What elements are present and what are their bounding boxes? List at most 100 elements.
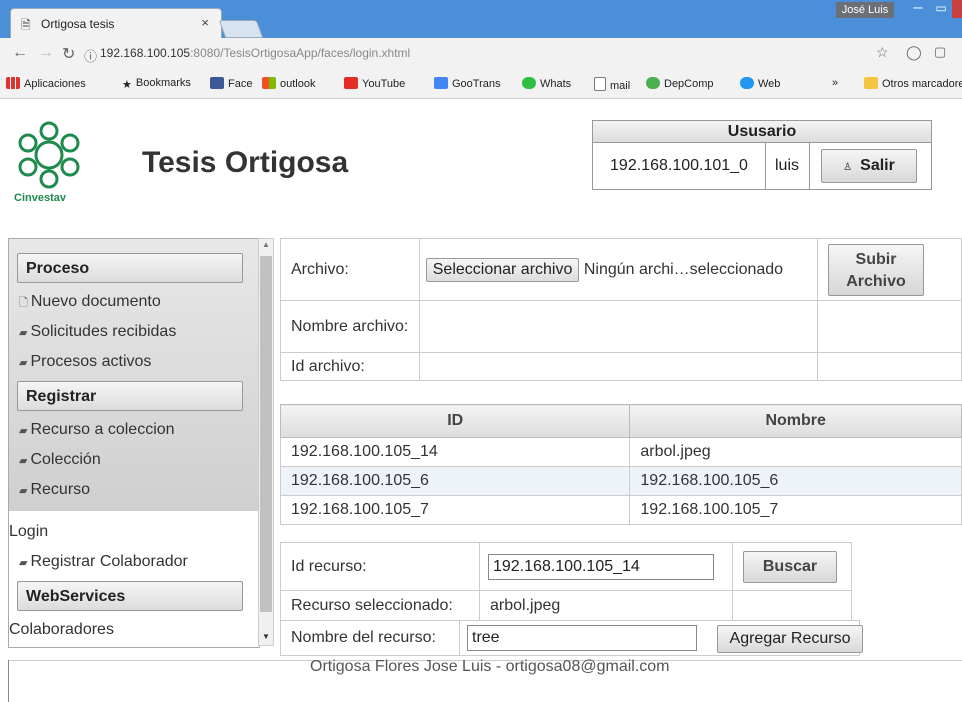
- folder-icon: ▰: [19, 327, 28, 339]
- session-id: 192.168.100.101_0: [593, 143, 766, 189]
- url-path: :8080/TesisOrtigosaApp/faces/login.xhtml: [190, 46, 411, 60]
- sidebar-menu: Proceso 🗋 Nuevo documento ▰ Solicitudes re…: [8, 238, 260, 648]
- bookmark-bookmarks[interactable]: ★ Bookmarks: [122, 77, 191, 91]
- column-header-id[interactable]: ID: [279, 404, 631, 438]
- close-tab-icon[interactable]: ×: [201, 15, 209, 30]
- id-label: Id archivo:: [280, 352, 420, 381]
- resource-name-label: Nombre del recurso:: [291, 629, 436, 646]
- resource-name-input[interactable]: [467, 625, 697, 651]
- add-resource-row: Nombre del recurso: Agregar Recurso: [280, 620, 863, 656]
- page-icon: [594, 77, 606, 91]
- cinvestav-logo-icon: [18, 121, 80, 189]
- new-tab-button[interactable]: [218, 20, 264, 38]
- browser-profile-badge[interactable]: José Luis: [836, 2, 894, 18]
- bookmark-gootrans[interactable]: GooTrans: [434, 77, 501, 90]
- sidebar-item-registrar-colaborador[interactable]: ▰ Registrar Colaborador: [19, 553, 188, 571]
- frame-border: [8, 660, 9, 702]
- reload-icon[interactable]: ↻: [62, 44, 75, 64]
- name-label: Nombre archivo:: [280, 300, 420, 353]
- outlook-icon: [262, 77, 276, 89]
- scrollbar-thumb[interactable]: [260, 256, 272, 612]
- choose-file-button[interactable]: Seleccionar archivo: [425, 257, 580, 282]
- bookmarks-overflow[interactable]: »: [832, 77, 838, 89]
- table-row[interactable]: 192.168.100.105_6 192.168.100.105_6: [279, 466, 962, 496]
- username: luis: [765, 143, 810, 189]
- scroll-down-icon[interactable]: ▼: [262, 632, 270, 641]
- name-extra: [816, 300, 962, 353]
- apps-icon: [6, 77, 20, 89]
- column-header-nombre[interactable]: Nombre: [629, 404, 962, 438]
- bookmark-mail[interactable]: mail: [594, 77, 630, 92]
- info-icon[interactable]: ⓘ: [84, 46, 97, 65]
- scroll-up-icon[interactable]: ▲: [262, 240, 270, 249]
- no-file-text: Ningún archi…seleccionado: [583, 260, 784, 278]
- sidebar-item-solicitudes[interactable]: ▰ Solicitudes recibidas: [19, 323, 176, 341]
- id-recurso-input[interactable]: [488, 553, 714, 580]
- other-bookmarks[interactable]: Otros marcadores: [864, 77, 962, 90]
- bookmark-face[interactable]: Face: [210, 77, 252, 90]
- folder-icon: [864, 77, 878, 89]
- bookmark-depcomp[interactable]: DepComp: [646, 77, 714, 90]
- star-icon: ★: [122, 79, 132, 91]
- upload-button[interactable]: Subir Archivo: [827, 243, 924, 296]
- facebook-icon: [210, 77, 224, 89]
- bookmark-outlook[interactable]: outlook: [262, 77, 315, 90]
- folder-icon: ▰: [19, 425, 28, 437]
- sidebar-item-colaboradores[interactable]: Colaboradores: [9, 621, 114, 639]
- cell-id: 192.168.100.105_14: [279, 437, 631, 467]
- bookmark-web[interactable]: Web: [740, 77, 780, 90]
- youtube-icon: [344, 77, 358, 89]
- footer-text: Ortigosa Flores Jose Luis - ortigosa08@g…: [310, 658, 670, 675]
- bookmark-whats[interactable]: Whats: [522, 77, 571, 90]
- sidebar-item-login[interactable]: Login: [9, 523, 48, 541]
- user-icon: ♙: [843, 162, 853, 173]
- page-title: Tesis Ortigosa: [142, 146, 349, 179]
- url-host: 192.168.100.105: [100, 46, 191, 60]
- id-extra: [816, 352, 962, 381]
- forward-icon[interactable]: →: [38, 44, 54, 62]
- depcomp-icon: [646, 77, 660, 89]
- url-input[interactable]: 192.168.100.105:8080/TesisOrtigosaApp/fa…: [100, 43, 940, 63]
- sidebar-item-recurso[interactable]: ▰ Recurso: [19, 481, 90, 499]
- resources-table: ID Nombre 192.168.100.105_14 arbol.jpeg …: [279, 404, 962, 525]
- cell-id: 192.168.100.105_6: [279, 466, 631, 496]
- translate-icon: [434, 77, 448, 89]
- sidebar-section-webservices[interactable]: WebServices: [17, 581, 243, 611]
- folder-icon: ▰: [19, 455, 28, 467]
- sidebar-item-coleccion[interactable]: ▰ Colección: [19, 451, 101, 469]
- name-value: [418, 300, 818, 353]
- sidebar-item-procesos-activos[interactable]: ▰ Procesos activos: [19, 353, 151, 371]
- sidebar-item-nuevo-documento[interactable]: 🗋 Nuevo documento: [19, 293, 161, 313]
- selected-value: arbol.jpeg: [479, 590, 733, 621]
- id-recurso-label: Id recurso:: [280, 542, 480, 591]
- web-icon: [740, 77, 754, 89]
- bookmarks-bar: Aplicaciones ★ Bookmarks Face outlook You…: [0, 68, 962, 99]
- minimize-icon[interactable]: –: [906, 0, 930, 18]
- cell-nombre: 192.168.100.105_6: [629, 466, 962, 496]
- selected-label: Recurso seleccionado:: [280, 590, 480, 621]
- user-panel-title: Ususario: [593, 121, 931, 143]
- tab-title: Ortigosa tesis: [41, 17, 115, 31]
- cell-nombre: 192.168.100.105_7: [629, 495, 962, 525]
- sidebar-section-proceso[interactable]: Proceso: [17, 253, 243, 283]
- whatsapp-icon: [522, 77, 536, 89]
- page-icon: 🗎: [21, 18, 31, 32]
- logout-button[interactable]: ♙ Salir: [821, 149, 917, 183]
- id-value: [418, 352, 818, 381]
- sidebar-section-registrar[interactable]: Registrar: [17, 381, 243, 411]
- back-icon[interactable]: ←: [12, 44, 28, 62]
- table-row[interactable]: 192.168.100.105_7 192.168.100.105_7: [279, 495, 962, 525]
- user-panel: Ususario 192.168.100.101_0 luis ♙ Salir: [592, 120, 932, 190]
- sidebar-item-recurso-coleccion[interactable]: ▰ Recurso a coleccion: [19, 421, 175, 439]
- browser-tab[interactable]: 🗎 Ortigosa tesis ×: [10, 8, 222, 39]
- search-button[interactable]: Buscar: [743, 550, 837, 583]
- bookmark-apps[interactable]: Aplicaciones: [6, 77, 86, 90]
- cell-divider: [459, 621, 460, 655]
- upload-form: Archivo: Seleccionar archivo Ningún arch…: [280, 238, 962, 381]
- close-window-icon[interactable]: [952, 0, 962, 18]
- table-row[interactable]: 192.168.100.105_14 arbol.jpeg: [279, 437, 962, 467]
- bookmark-youtube[interactable]: YouTube: [344, 77, 405, 90]
- maximize-icon[interactable]: ▭: [930, 0, 952, 18]
- selected-extra: [732, 590, 852, 621]
- add-resource-button[interactable]: Agregar Recurso: [717, 625, 863, 653]
